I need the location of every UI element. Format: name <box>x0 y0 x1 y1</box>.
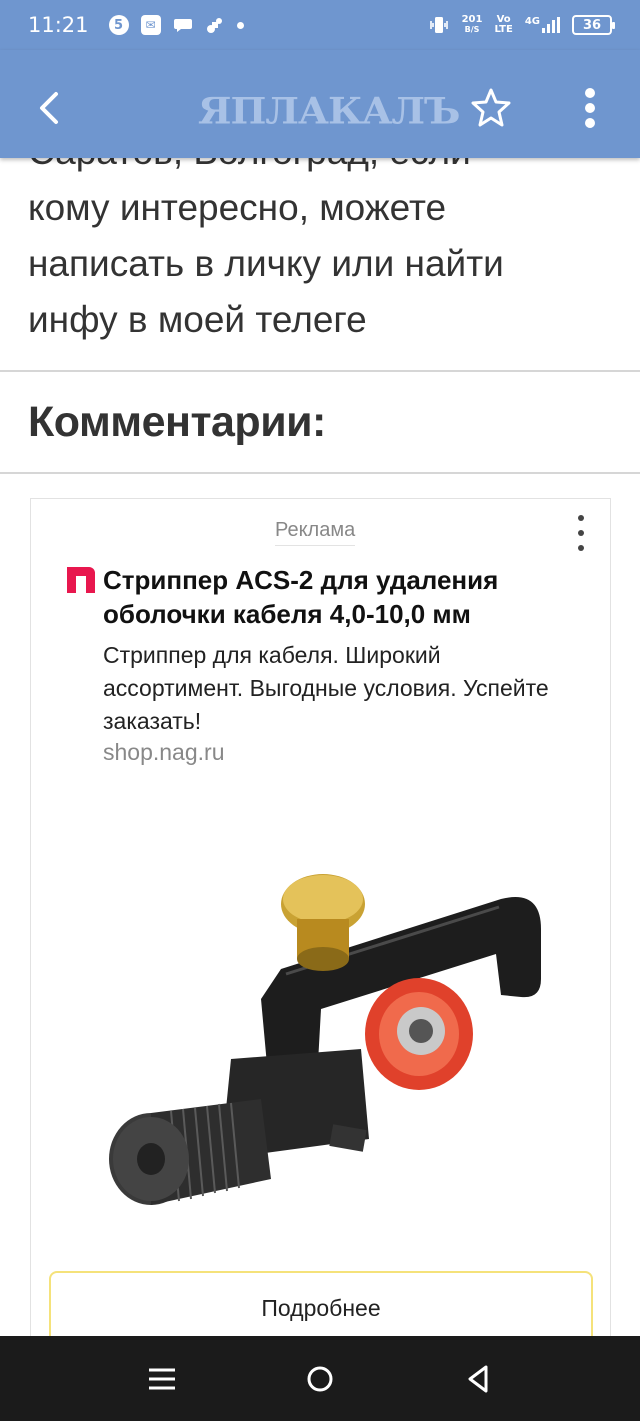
status-time: 11:21 <box>28 13 89 37</box>
ad-card[interactable]: Реклама Стриппер ACS-2 для удаления обол… <box>30 498 611 1398</box>
divider <box>0 370 640 372</box>
battery-icon: 36 <box>572 15 615 35</box>
ad-domain[interactable]: shop.nag.ru <box>103 739 224 766</box>
chat-icon <box>173 19 192 32</box>
notification-app-icon: 5 <box>108 15 129 35</box>
home-icon[interactable] <box>303 1362 337 1396</box>
net-speed: 201 B/S <box>462 15 483 35</box>
favorite-star-icon[interactable] <box>470 86 512 128</box>
volte-indicator: Vo LTE <box>494 15 512 35</box>
puzzle-icon <box>206 18 222 33</box>
overflow-menu-icon[interactable] <box>576 84 604 132</box>
post-line: кому интересно, можете <box>28 187 447 228</box>
post-line: написать в личку или найти <box>28 243 504 284</box>
more-notifications-dot <box>236 21 244 29</box>
ad-title[interactable]: Стриппер ACS-2 для удаления оболочки каб… <box>103 563 583 631</box>
comments-title: Комментарии: <box>28 398 326 446</box>
status-right-icons: 201 B/S Vo LTE 4G 36 <box>428 14 615 36</box>
status-bar: 11:21 5 ✉ 201 B/S Vo LTE 4G 36 <box>0 0 640 50</box>
product-image-cable-stripper[interactable] <box>101 859 541 1219</box>
ad-options-icon[interactable] <box>573 515 589 551</box>
notification-icons: 5 ✉ <box>108 15 244 35</box>
vibrate-icon <box>429 17 448 33</box>
ad-label: Реклама <box>275 519 356 546</box>
back-arrow-icon[interactable] <box>30 88 70 128</box>
notification-mail-icon: ✉ <box>140 15 161 35</box>
site-logo[interactable]: ЯПЛАКАЛЪ <box>198 89 460 132</box>
divider <box>0 472 640 474</box>
app-bar: ЯПЛАКАЛЪ <box>0 50 640 158</box>
advertiser-logo-icon <box>67 567 95 593</box>
network-type: 4G <box>524 16 540 27</box>
net-speed-unit: B/S <box>464 25 480 34</box>
back-triangle-icon[interactable] <box>462 1362 496 1396</box>
signal-bars-icon <box>542 17 560 33</box>
net-speed-value: 201 <box>461 14 483 25</box>
cellular-signal: 4G <box>525 17 560 33</box>
ad-description: Стриппер для кабеля. Широкий ассортимент… <box>103 642 549 734</box>
volte-bottom: LTE <box>494 24 513 35</box>
recent-apps-icon[interactable] <box>145 1362 179 1396</box>
post-line: инфу в моей телеге <box>28 299 367 340</box>
system-nav-bar <box>0 1336 640 1421</box>
battery-level: 36 <box>582 17 602 33</box>
